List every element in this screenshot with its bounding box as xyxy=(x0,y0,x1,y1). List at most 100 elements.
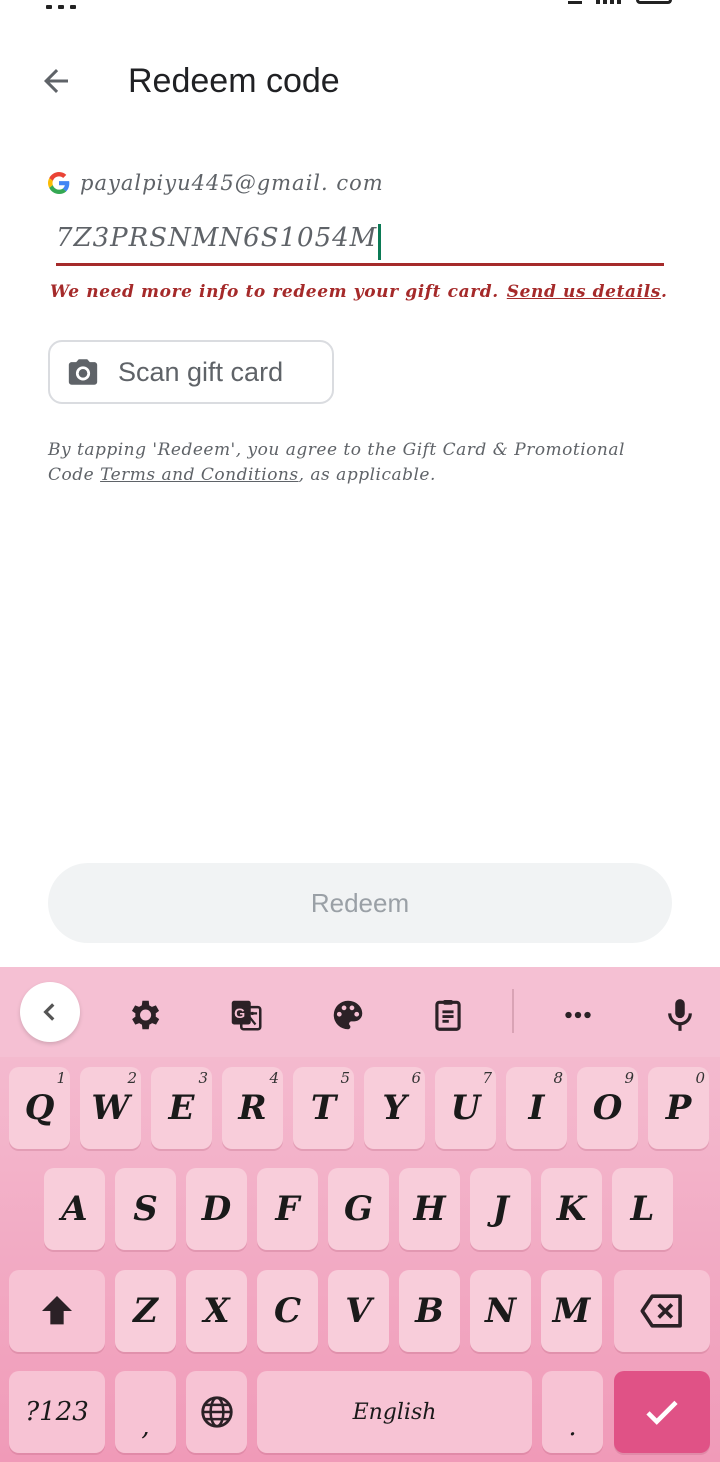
key-backspace[interactable] xyxy=(614,1270,710,1352)
theme-button[interactable] xyxy=(318,985,378,1045)
camera-icon xyxy=(68,359,98,385)
send-details-link[interactable]: Send us details xyxy=(507,282,661,302)
code-input-value[interactable]: 7Z3PRSNMN6S1054M xyxy=(56,214,377,262)
shift-icon xyxy=(42,1296,72,1325)
backspace-icon xyxy=(640,1294,682,1328)
key-o[interactable]: O9 xyxy=(577,1067,638,1149)
key-label: N xyxy=(484,1291,517,1331)
key-i[interactable]: I8 xyxy=(506,1067,567,1149)
key-l[interactable]: L xyxy=(612,1168,673,1250)
key-hint: 3 xyxy=(198,1069,208,1087)
back-button[interactable] xyxy=(30,60,82,102)
key-symbols[interactable]: ?123 xyxy=(9,1371,105,1453)
collapse-toolbar-button[interactable] xyxy=(20,982,80,1042)
key-x[interactable]: X xyxy=(186,1270,247,1352)
wifi-icon xyxy=(596,0,622,4)
key-space[interactable]: English xyxy=(257,1371,532,1453)
key-label: O xyxy=(592,1088,623,1128)
key-symbols-label: ?123 xyxy=(25,1397,89,1427)
error-message: We need more info to redeem your gift ca… xyxy=(50,282,667,302)
key-label: L xyxy=(630,1189,655,1229)
key-a[interactable]: A xyxy=(44,1168,105,1250)
voice-input-button[interactable] xyxy=(650,985,710,1045)
key-label: M xyxy=(552,1291,591,1331)
page-title: Redeem code xyxy=(128,62,340,100)
clipboard-icon xyxy=(435,999,461,1031)
key-label: H xyxy=(413,1189,446,1229)
key-label: Z xyxy=(133,1291,158,1331)
globe-icon xyxy=(200,1396,233,1428)
key-j[interactable]: J xyxy=(470,1168,531,1250)
key-k[interactable]: K xyxy=(541,1168,602,1250)
translate-button[interactable]: G xyxy=(216,985,276,1045)
key-f[interactable]: F xyxy=(257,1168,318,1250)
key-h[interactable]: H xyxy=(399,1168,460,1250)
key-label: F xyxy=(275,1189,300,1229)
key-hint: 2 xyxy=(127,1069,137,1087)
toolbar-divider xyxy=(512,989,514,1033)
key-label: J xyxy=(492,1189,509,1229)
terms-suffix: , as applicable. xyxy=(298,465,436,485)
key-r[interactable]: R4 xyxy=(222,1067,283,1149)
key-n[interactable]: N xyxy=(470,1270,531,1352)
key-q[interactable]: Q1 xyxy=(9,1067,70,1149)
key-w[interactable]: W2 xyxy=(80,1067,141,1149)
code-input[interactable]: 7Z3PRSNMN6S1054M xyxy=(56,214,664,266)
battery-icon xyxy=(636,0,672,4)
settings-button[interactable] xyxy=(114,985,174,1045)
account-row: payalpiyu445@gmail. com xyxy=(48,168,384,198)
app-bar: Redeem code xyxy=(0,50,720,110)
more-icon xyxy=(565,1011,591,1019)
account-email: payalpiyu445@gmail. com xyxy=(80,171,384,195)
palette-icon xyxy=(333,1000,363,1030)
terms-link[interactable]: Terms and Conditions xyxy=(100,465,299,485)
scan-gift-card-button[interactable]: Scan gift card xyxy=(48,340,334,404)
clipboard-button[interactable] xyxy=(418,985,478,1045)
error-suffix: . xyxy=(660,282,668,302)
keyboard: G ?123 , English . Q 1 W 2 E 3 R 4 T 5 Y… xyxy=(0,967,720,1462)
key-d[interactable]: D xyxy=(186,1168,247,1250)
key-label: K xyxy=(556,1189,587,1229)
key-p[interactable]: P0 xyxy=(648,1067,709,1149)
status-time xyxy=(46,0,96,9)
key-y[interactable]: Y6 xyxy=(364,1067,425,1149)
checkmark-icon xyxy=(646,1400,678,1425)
key-s[interactable]: S xyxy=(115,1168,176,1250)
key-e[interactable]: E3 xyxy=(151,1067,212,1149)
terms-text: By tapping 'Redeem', you agree to the Gi… xyxy=(48,438,668,488)
key-language[interactable] xyxy=(186,1371,247,1453)
key-z[interactable]: Z xyxy=(115,1270,176,1352)
key-u[interactable]: U7 xyxy=(435,1067,496,1149)
key-label: W xyxy=(91,1088,130,1128)
key-period[interactable]: . xyxy=(542,1371,603,1453)
text-cursor xyxy=(378,223,382,260)
key-label: C xyxy=(273,1291,302,1331)
scan-gift-card-label: Scan gift card xyxy=(118,356,284,387)
key-g[interactable]: G xyxy=(328,1168,389,1250)
key-hint: 5 xyxy=(340,1069,350,1087)
key-hint: 1 xyxy=(56,1069,66,1087)
key-c[interactable]: C xyxy=(257,1270,318,1352)
key-enter[interactable] xyxy=(614,1371,710,1453)
key-label: B xyxy=(415,1291,444,1331)
more-button[interactable] xyxy=(548,985,608,1045)
key-space-label: English xyxy=(352,1399,437,1425)
status-bar xyxy=(0,0,720,9)
chevron-left-icon xyxy=(43,1003,55,1021)
key-hint: 6 xyxy=(411,1069,421,1087)
key-comma-label: , xyxy=(141,1412,150,1442)
key-label: P xyxy=(665,1088,692,1128)
key-label: I xyxy=(528,1088,545,1128)
key-hint: 8 xyxy=(553,1069,563,1087)
key-t[interactable]: T5 xyxy=(293,1067,354,1149)
key-label: V xyxy=(345,1291,372,1331)
key-m[interactable]: M xyxy=(541,1270,602,1352)
redeem-button[interactable]: Redeem xyxy=(48,863,672,943)
key-label: S xyxy=(133,1189,158,1229)
signal-icon xyxy=(568,0,582,4)
key-v[interactable]: V xyxy=(328,1270,389,1352)
key-b[interactable]: B xyxy=(399,1270,460,1352)
key-comma[interactable]: , xyxy=(115,1371,176,1453)
key-shift[interactable] xyxy=(9,1270,105,1352)
key-hint: 4 xyxy=(269,1069,279,1087)
